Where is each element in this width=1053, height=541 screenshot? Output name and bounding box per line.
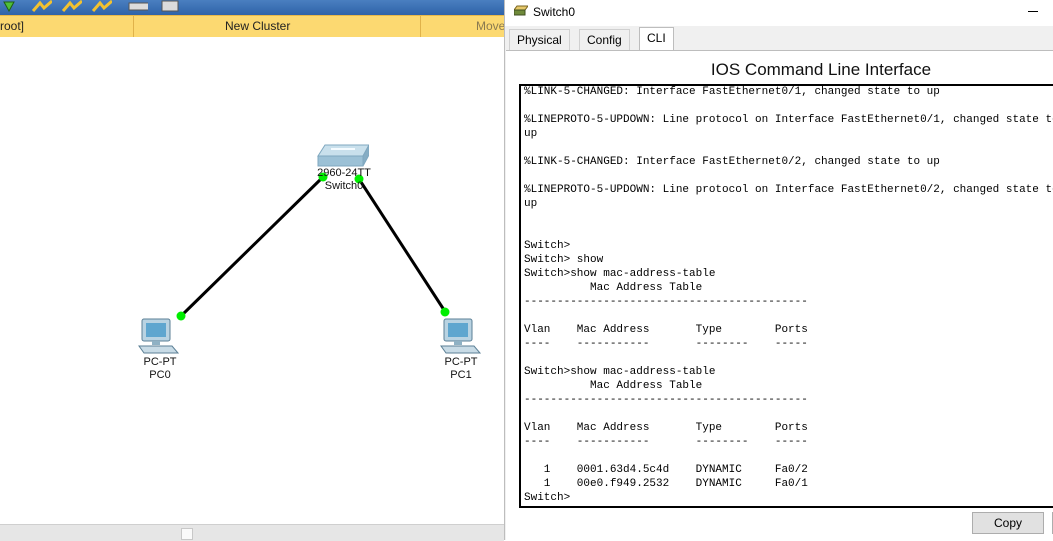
pc1-type-label: PC-PT	[444, 356, 478, 368]
window-titlebar[interactable]: Switch0	[505, 0, 1053, 26]
pc0-type-label: PC-PT	[143, 356, 177, 368]
divider	[420, 16, 421, 37]
copy-button[interactable]: Copy	[972, 512, 1044, 534]
scrollbar-thumb[interactable]	[181, 528, 193, 540]
divider	[133, 16, 134, 37]
cluster-label[interactable]: New Cluster	[225, 19, 290, 33]
switch-icon	[514, 5, 528, 16]
pc1-name-label: PC1	[450, 369, 472, 381]
cli-panel: IOS Command Line Interface %LINK-5-CHANG…	[506, 50, 1053, 541]
lightning-icon[interactable]	[62, 0, 82, 12]
device-window: Switch0 Physical Config CLI IOS Command …	[504, 0, 1053, 541]
move-label[interactable]: Move	[476, 19, 505, 33]
window-title: Switch0	[533, 5, 576, 19]
tab-cli[interactable]: CLI	[639, 27, 674, 50]
link-pc1-switch[interactable]	[357, 178, 448, 314]
horizontal-scrollbar[interactable]	[0, 524, 504, 541]
link-pc0-switch[interactable]	[178, 175, 325, 319]
cli-heading: IOS Command Line Interface	[710, 60, 932, 79]
pc-icon[interactable]	[440, 318, 482, 356]
pc-icon[interactable]	[138, 318, 180, 356]
root-label[interactable]: root]	[0, 19, 24, 33]
cli-output[interactable]: %LINK-5-CHANGED: Interface FastEthernet0…	[521, 86, 1053, 505]
topology-links	[176, 172, 450, 321]
switch-name-label: Switch0	[324, 180, 364, 192]
workspace-toolbar	[0, 0, 504, 15]
pc0-name-label: PC0	[149, 369, 171, 381]
lightning-icon[interactable]	[32, 0, 52, 12]
cli-console[interactable]: %LINK-5-CHANGED: Interface FastEthernet0…	[519, 84, 1053, 508]
switch-model-label: 2960-24TT	[317, 167, 371, 179]
lightning-icon[interactable]	[92, 0, 112, 12]
switch-icon[interactable]	[317, 144, 369, 168]
logical-workspace[interactable]: 2960-24TT Switch0 PC-PT PC0 PC-PT PC1	[0, 37, 504, 524]
minimize-icon[interactable]	[1028, 11, 1038, 12]
tab-physical[interactable]: Physical	[509, 29, 570, 50]
device-icon[interactable]	[128, 0, 148, 12]
tab-bar: Physical Config CLI	[505, 27, 1053, 50]
device-icon[interactable]	[160, 0, 180, 12]
cluster-bar: root] New Cluster Move	[0, 15, 505, 38]
link-status-dot	[440, 307, 450, 317]
tab-config[interactable]: Config	[579, 29, 630, 50]
arrow-down-icon[interactable]	[2, 0, 22, 12]
